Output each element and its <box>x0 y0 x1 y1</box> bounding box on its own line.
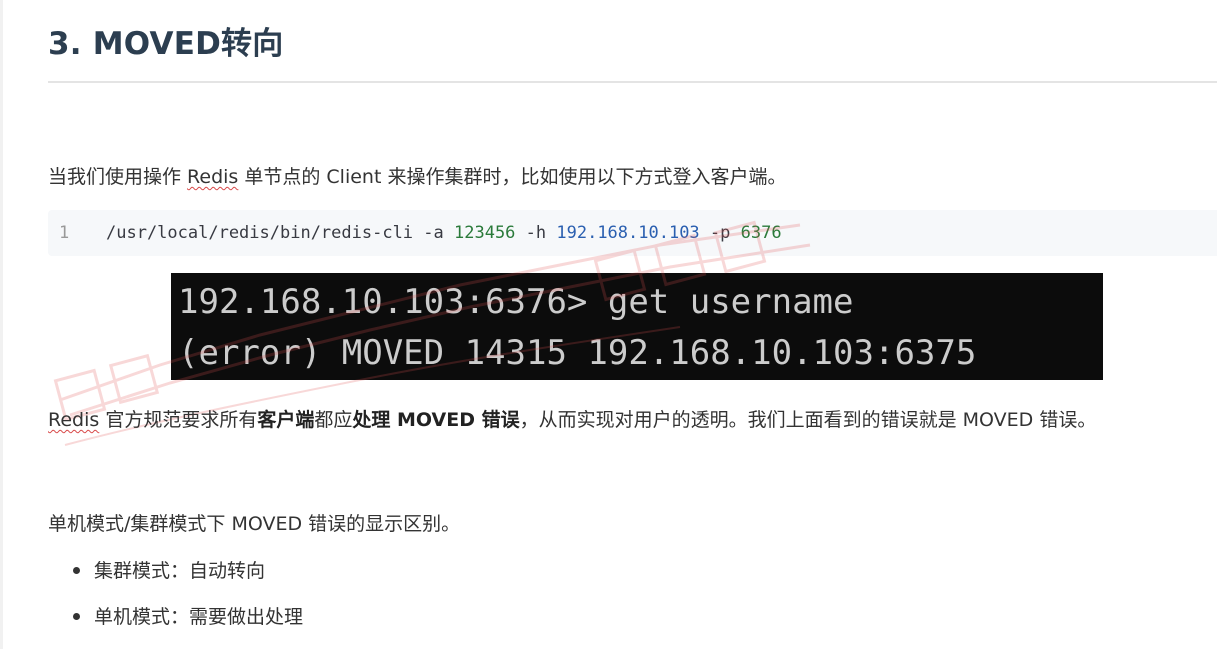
spec-redis-word: Redis <box>48 409 100 431</box>
modes-list: 集群模式：自动转向 单机模式：需要做出处理 <box>70 552 303 644</box>
bullet-dot <box>73 567 80 574</box>
code-port-flag: -p <box>699 223 741 243</box>
code-host: 192.168.10.103 <box>556 223 700 243</box>
intro-paragraph: 当我们使用操作 Redis 单节点的 Client 来操作集群时，比如使用以下方… <box>48 162 786 189</box>
intro-text-after: 单节点的 Client 来操作集群时，比如使用以下方式登入客户端。 <box>238 166 787 188</box>
spec-text-3: ，从而实现对用户的透明。我们上面看到的错误就是 MOVED 错误。 <box>519 409 1097 431</box>
spec-paragraph: Redis 官方规范要求所有客户端都应处理 MOVED 错误，从而实现对用户的透… <box>48 405 1096 432</box>
list-item: 集群模式：自动转向 <box>70 552 303 598</box>
list-item: 单机模式：需要做出处理 <box>70 598 303 644</box>
bullet-dot <box>73 613 80 620</box>
terminal-screenshot: 192.168.10.103:6376> get username (error… <box>171 273 1103 380</box>
spec-text-2: 都应 <box>314 409 353 431</box>
left-border <box>0 0 3 649</box>
code-line-number: 1 <box>59 223 70 243</box>
code-block[interactable]: 1 /usr/local/redis/bin/redis-cli -a 1234… <box>48 210 1217 256</box>
list-item-text: 集群模式：自动转向 <box>94 560 266 582</box>
code-password: 123456 <box>454 223 516 243</box>
code-port: 6376 <box>740 223 782 243</box>
spec-text-1: 官方规范要求所有 <box>99 409 258 431</box>
modes-intro: 单机模式/集群模式下 MOVED 错误的显示区别。 <box>48 513 461 535</box>
spec-bold-client: 客户端 <box>257 409 315 431</box>
terminal-line-command: 192.168.10.103:6376> get username <box>178 282 854 322</box>
code-host-flag: -h <box>515 223 557 243</box>
spec-bold-moved: 处理 MOVED 错误 <box>352 409 520 431</box>
list-item-text: 单机模式：需要做出处理 <box>94 606 304 628</box>
intro-text-before: 当我们使用操作 <box>48 166 188 188</box>
heading-divider <box>48 81 1217 83</box>
code-line: /usr/local/redis/bin/redis-cli -a 123456… <box>106 223 782 243</box>
document-page: 3. MOVED转向 当我们使用操作 Redis 单节点的 Client 来操作… <box>0 0 1217 649</box>
code-command: /usr/local/redis/bin/redis-cli -a <box>106 223 454 243</box>
section-heading: 3. MOVED转向 <box>48 26 284 62</box>
intro-redis-word: Redis <box>187 166 239 188</box>
terminal-line-error: (error) MOVED 14315 192.168.10.103:6375 <box>178 333 977 373</box>
